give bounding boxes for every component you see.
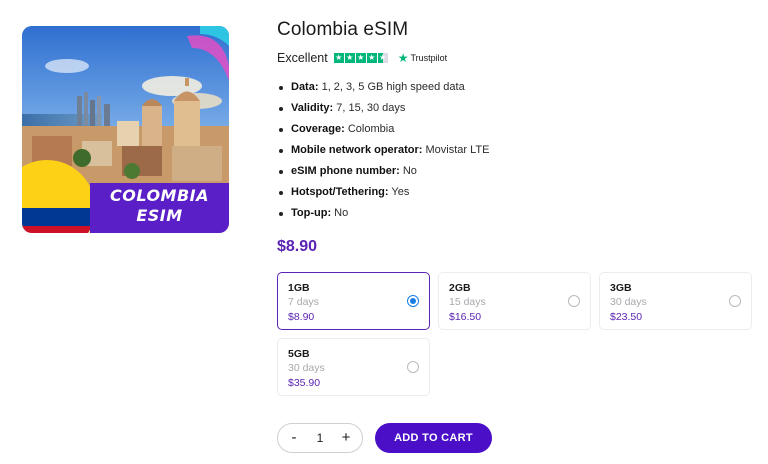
feature-item: Validity: 7, 15, 30 days — [277, 101, 489, 122]
product-image: COLOMBIA ESIM — [22, 26, 229, 233]
variant-option-1gb[interactable]: 1GB 7 days $8.90 — [277, 272, 430, 330]
star-icon: ★ — [366, 53, 377, 63]
trustpilot-logo[interactable]: ★ Trustpilot — [398, 52, 447, 64]
variant-option-2gb[interactable]: 2GB 15 days $16.50 — [438, 272, 591, 330]
rating-stars: ★ ★ ★ ★ ★ — [333, 53, 388, 63]
feature-key: Top-up: — [291, 207, 332, 219]
feature-item: eSIM phone number: No — [277, 164, 489, 185]
feature-value: 1, 2, 3, 5 GB high speed data — [321, 81, 465, 93]
variant-option-5gb[interactable]: 5GB 30 days $35.90 — [277, 338, 430, 396]
variant-days: 15 days — [449, 296, 486, 308]
feature-item: Hotspot/Tethering: Yes — [277, 185, 489, 206]
feature-item: Mobile network operator: Movistar LTE — [277, 143, 489, 164]
variant-days: 30 days — [610, 296, 647, 308]
feature-value: No — [334, 207, 349, 219]
feature-value: Colombia — [347, 123, 395, 135]
image-label-line2: ESIM — [136, 206, 183, 225]
feature-value: 7, 15, 30 days — [336, 102, 406, 114]
feature-value: No — [402, 165, 417, 177]
quantity-stepper: - 1 + — [277, 423, 363, 453]
add-to-cart-button[interactable]: ADD TO CART — [375, 423, 492, 453]
quantity-value[interactable]: 1 — [317, 431, 324, 445]
variant-name: 2GB — [449, 282, 471, 294]
feature-key: eSIM phone number: — [291, 165, 400, 177]
variant-days: 7 days — [288, 296, 319, 308]
variant-price: $23.50 — [610, 311, 643, 323]
trustpilot-star-icon: ★ — [397, 51, 409, 65]
quantity-decrease-button[interactable]: - — [287, 430, 301, 446]
variant-name: 5GB — [288, 348, 310, 360]
feature-item: Coverage: Colombia — [277, 122, 489, 143]
feature-item: Data: 1, 2, 3, 5 GB high speed data — [277, 80, 489, 101]
product-title: Colombia eSIM — [277, 19, 409, 40]
feature-list: Data: 1, 2, 3, 5 GB high speed data Vali… — [277, 80, 489, 227]
star-icon: ★ — [355, 53, 366, 63]
feature-key: Data: — [291, 81, 319, 93]
rating-label: Excellent — [277, 51, 328, 65]
variant-price: $35.90 — [288, 377, 321, 389]
variant-radio[interactable] — [729, 295, 741, 307]
variant-name: 3GB — [610, 282, 632, 294]
star-icon: ★ — [344, 53, 355, 63]
feature-value: Yes — [391, 186, 410, 198]
variant-name: 1GB — [288, 282, 310, 294]
variant-radio[interactable] — [407, 295, 419, 307]
variant-price: $8.90 — [288, 311, 315, 323]
feature-item: Top-up: No — [277, 206, 489, 227]
variant-price: $16.50 — [449, 311, 482, 323]
half-star-icon: ★ — [377, 53, 388, 63]
quantity-increase-button[interactable]: + — [339, 430, 353, 446]
variant-radio[interactable] — [568, 295, 580, 307]
variant-option-3gb[interactable]: 3GB 30 days $23.50 — [599, 272, 752, 330]
trustpilot-label: Trustpilot — [410, 53, 448, 63]
feature-key: Coverage: — [291, 123, 345, 135]
rating-row: Excellent ★ ★ ★ ★ ★ ★ Trustpilot — [277, 50, 447, 66]
feature-key: Hotspot/Tethering: — [291, 186, 389, 198]
image-label-line1: COLOMBIA — [109, 186, 210, 205]
feature-key: Mobile network operator: — [291, 144, 423, 156]
feature-key: Validity: — [291, 102, 334, 114]
star-icon: ★ — [333, 53, 344, 63]
product-price: $8.90 — [277, 238, 318, 255]
feature-value: Movistar LTE — [425, 144, 490, 156]
variant-days: 30 days — [288, 362, 325, 374]
variant-radio[interactable] — [407, 361, 419, 373]
